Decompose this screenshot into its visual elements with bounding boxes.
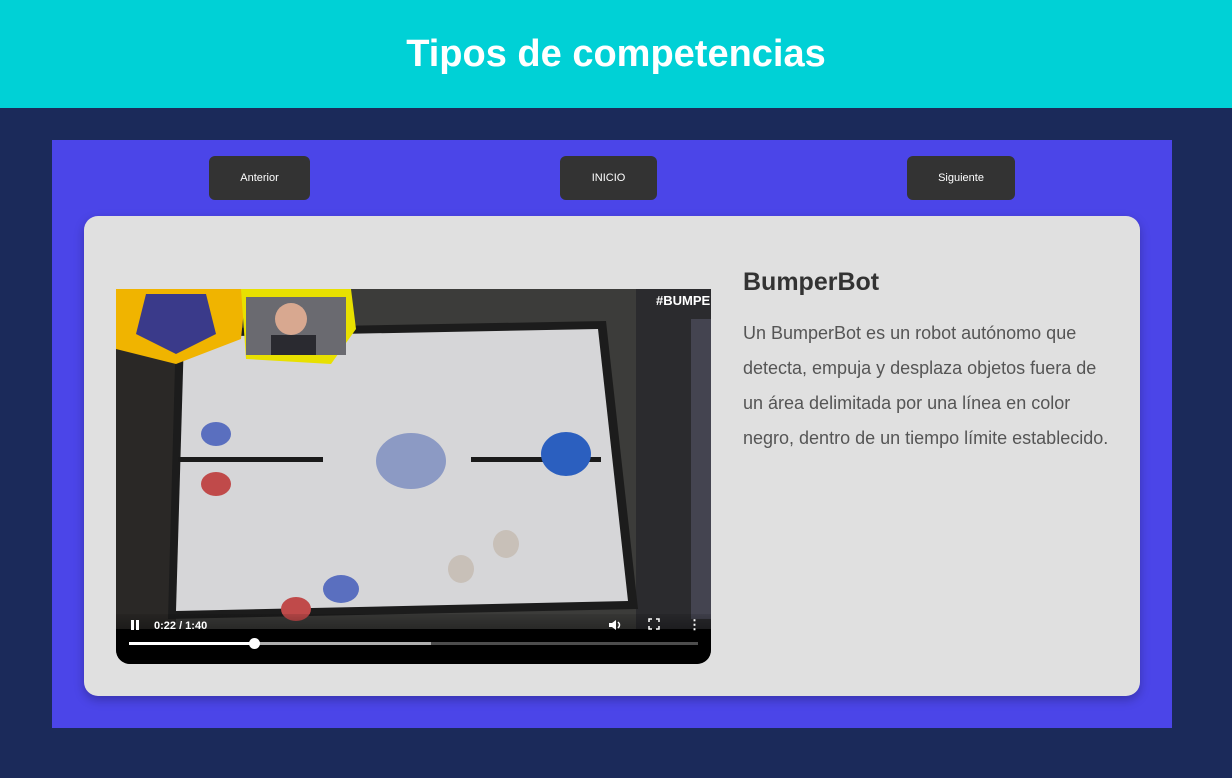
page-title: Tipos de competencias (406, 32, 826, 75)
volume-icon[interactable] (608, 618, 622, 635)
more-options-icon[interactable]: ⋮ (688, 617, 701, 633)
competition-card: #BUMPE 0:22 / 1:40 ⋮ BumperBot Un Bumper… (84, 216, 1140, 696)
video-controls: 0:22 / 1:40 ⋮ (116, 614, 711, 664)
pause-icon[interactable] (130, 620, 140, 632)
progress-track[interactable] (129, 638, 698, 649)
played-bar (129, 642, 255, 645)
page-header: Tipos de competencias (0, 0, 1232, 108)
next-button[interactable]: Siguiente (907, 156, 1015, 200)
fullscreen-icon[interactable] (648, 618, 660, 633)
competition-title: BumperBot (743, 268, 880, 296)
previous-button[interactable]: Anterior (209, 156, 310, 200)
competition-description: Un BumperBot es un robot autónomo que de… (743, 323, 1109, 448)
video-frame (116, 289, 711, 629)
home-button[interactable]: INICIO (560, 156, 657, 200)
content-panel: Anterior INICIO Siguiente #BUMPE 0:22 / … (52, 140, 1172, 728)
video-player[interactable]: #BUMPE 0:22 / 1:40 ⋮ (116, 289, 711, 664)
video-hashtag-overlay: #BUMPE (656, 293, 711, 308)
time-display: 0:22 / 1:40 (154, 620, 208, 632)
progress-thumb[interactable] (249, 638, 261, 649)
